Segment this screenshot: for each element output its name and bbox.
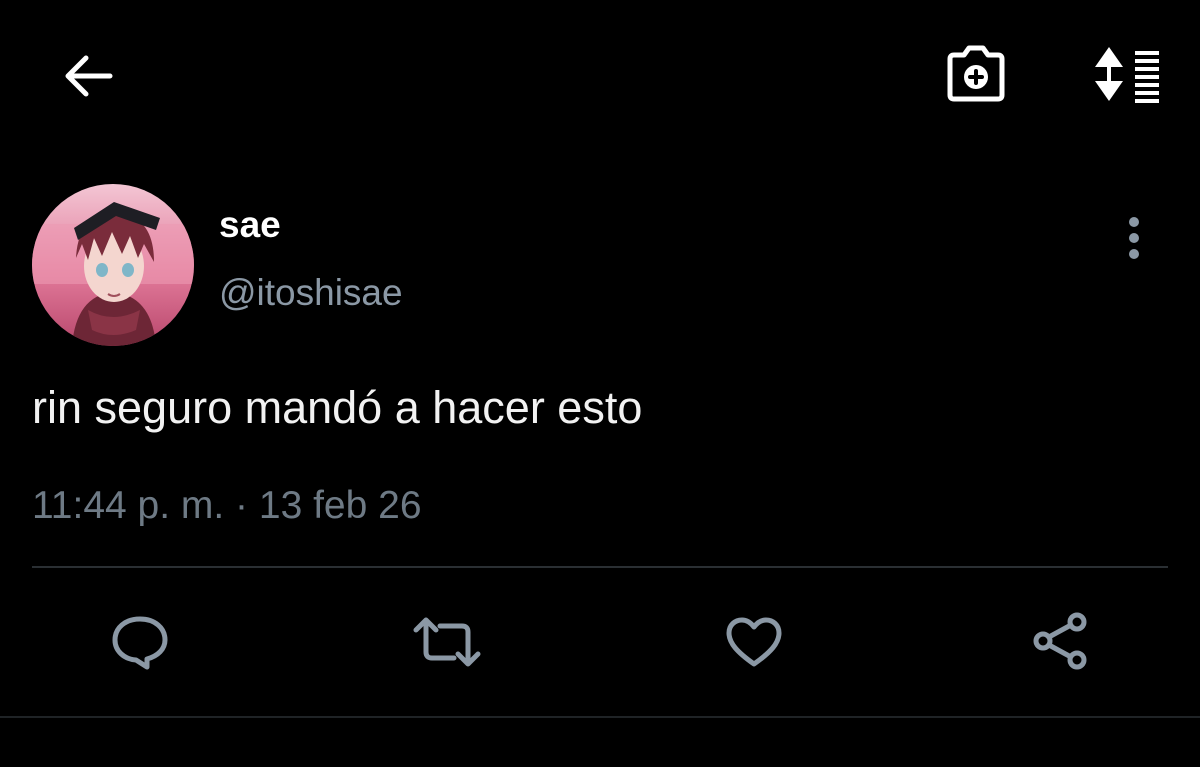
more-options-button[interactable]: [1110, 210, 1158, 266]
user-handle[interactable]: @itoshisae: [219, 272, 403, 314]
retweet-button[interactable]: [404, 608, 490, 676]
reply-button[interactable]: [102, 608, 178, 676]
anime-character-avatar: [32, 184, 194, 346]
speech-bubble-icon: [112, 616, 168, 670]
divider: [32, 566, 1168, 568]
share-button[interactable]: [1022, 606, 1098, 676]
more-vertical-icon: [1129, 217, 1139, 259]
sort-button[interactable]: [1080, 36, 1170, 112]
camera-plus-icon: [947, 45, 1005, 102]
tweet-text: rin seguro mandó a hacer esto: [32, 382, 643, 433]
arrow-left-icon: [65, 55, 113, 97]
share-icon: [1033, 612, 1087, 670]
retweet-icon: [413, 617, 481, 667]
avatar[interactable]: [32, 184, 194, 346]
sort-list-icon: [1095, 47, 1159, 103]
like-button[interactable]: [716, 608, 792, 676]
back-button[interactable]: [52, 40, 124, 112]
heart-icon: [726, 617, 782, 667]
camera-button[interactable]: [936, 36, 1016, 112]
tweet-timestamp[interactable]: 11:44 p. m. · 13 feb 26: [32, 484, 422, 528]
bottom-divider: [0, 716, 1200, 718]
top-bar: [0, 0, 1200, 150]
display-name[interactable]: sae: [219, 204, 281, 246]
